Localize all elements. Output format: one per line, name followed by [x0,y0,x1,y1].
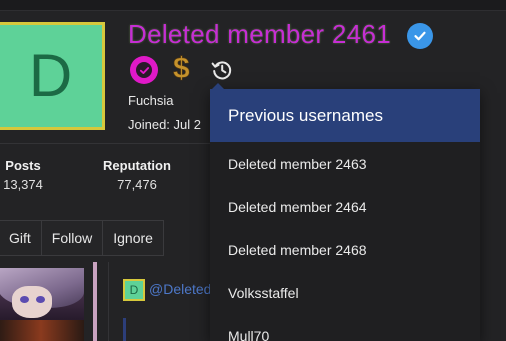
menu-header: Previous usernames [210,89,480,142]
previous-username-item[interactable]: Volksstaffel [210,271,480,314]
divider [0,143,210,144]
reputation-label: Reputation [103,158,171,173]
ignore-button[interactable]: Ignore [103,221,163,255]
previous-username-item[interactable]: Mull70 [210,314,480,341]
profile-username[interactable]: Deleted member 2461 [128,19,391,50]
previous-username-item[interactable]: Deleted member 2463 [210,142,480,185]
verified-check-icon [407,23,433,49]
quote-bar [123,318,126,341]
column-divider [108,262,109,341]
dollar-icon: $ [173,52,190,86]
user-mention-link[interactable]: @Deleted [149,281,211,297]
profile-action-bar: Gift Follow Ignore [0,220,164,256]
follow-button[interactable]: Follow [42,221,104,255]
posts-stat[interactable]: Posts 13,374 [0,158,48,192]
reputation-stat[interactable]: Reputation 77,476 [100,158,174,192]
post-author-avatar[interactable]: D [123,279,145,301]
reputation-value: 77,476 [117,177,157,192]
image-edge [93,262,97,341]
gift-button[interactable]: Gift [0,221,42,255]
previous-username-item[interactable]: Deleted member 2464 [210,185,480,228]
user-role: Fuchsia [128,93,174,108]
posts-value: 13,374 [3,177,43,192]
menu-arrow [212,83,224,89]
previous-username-item[interactable]: Deleted member 2468 [210,228,480,271]
profile-banner-image [0,268,84,341]
posts-label: Posts [5,158,41,173]
profile-avatar[interactable]: D [0,22,105,130]
pink-check-badge-icon [130,56,158,84]
history-icon[interactable] [208,56,236,84]
avatar-letter: D [28,42,73,109]
joined-date: Joined: Jul 2 [128,117,201,132]
previous-usernames-list: Deleted member 2463 Deleted member 2464 … [210,142,480,341]
previous-usernames-menu: Previous usernames Deleted member 2463 D… [210,83,480,341]
